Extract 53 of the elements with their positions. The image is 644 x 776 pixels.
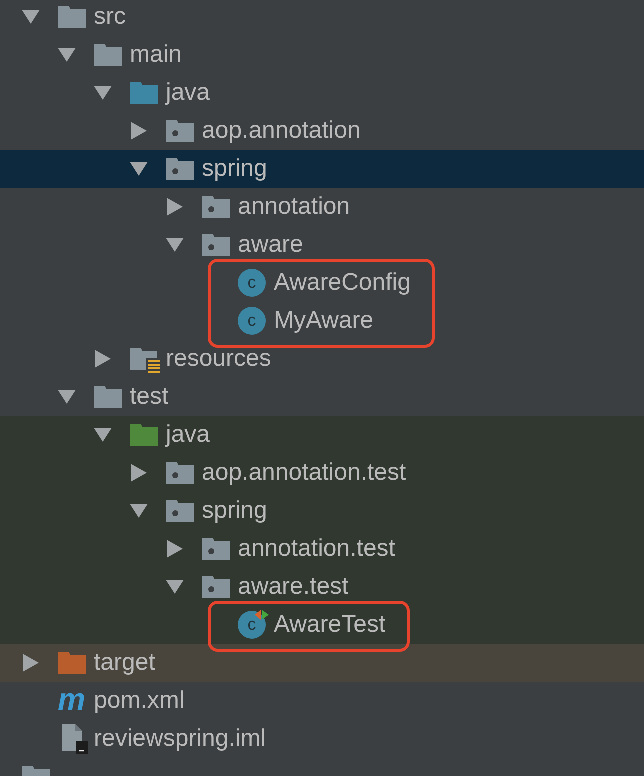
caret-right-icon[interactable] bbox=[167, 540, 183, 558]
package-name: annotation.test bbox=[238, 534, 396, 564]
caret-down-icon[interactable] bbox=[130, 162, 148, 176]
caret-right-icon[interactable] bbox=[167, 198, 183, 216]
caret-down-icon[interactable] bbox=[130, 504, 148, 518]
caret-down-icon[interactable] bbox=[94, 428, 112, 442]
caret-down-icon[interactable] bbox=[22, 10, 40, 24]
package-name: aware bbox=[238, 230, 304, 260]
package-name: aware.test bbox=[238, 572, 349, 602]
folder-name: java bbox=[166, 78, 210, 108]
package-name: aop.annotation bbox=[202, 116, 361, 146]
folder-name: target bbox=[94, 648, 156, 678]
tree-row[interactable]: spring bbox=[0, 492, 644, 530]
caret-right-icon[interactable] bbox=[131, 122, 147, 140]
folder-name: main bbox=[130, 40, 182, 70]
folder-icon bbox=[22, 766, 50, 776]
file-name: AwareTest bbox=[274, 610, 386, 640]
package-name: spring bbox=[202, 154, 268, 184]
tree-row[interactable]: java bbox=[0, 416, 644, 454]
package-name: annotation bbox=[238, 192, 350, 222]
folder-icon bbox=[58, 6, 86, 28]
m-letter-icon: m bbox=[58, 684, 86, 718]
tree-row[interactable]: target bbox=[0, 644, 644, 682]
c-circle-arrows-icon: c bbox=[238, 610, 269, 640]
folder-lines-icon bbox=[130, 348, 160, 374]
folder-name: test bbox=[130, 382, 169, 412]
caret-down-icon[interactable] bbox=[58, 48, 76, 62]
folder-icon bbox=[94, 386, 122, 408]
caret-down-icon[interactable] bbox=[58, 390, 76, 404]
caret-down-icon[interactable] bbox=[166, 238, 184, 252]
tree-row[interactable]: annotation.test bbox=[0, 530, 644, 568]
caret-right-icon[interactable] bbox=[95, 350, 111, 368]
file-name: reviewspring.iml bbox=[94, 724, 266, 754]
file-name: AwareConfig bbox=[274, 268, 411, 298]
file-name: pom.xml bbox=[94, 686, 185, 716]
caret-down-icon[interactable] bbox=[94, 86, 112, 100]
folder-icon bbox=[130, 424, 158, 446]
tree-row[interactable]: spring bbox=[0, 150, 644, 188]
tree-row[interactable]: aware.test bbox=[0, 568, 644, 606]
file-name: MyAware bbox=[274, 306, 374, 336]
folder-icon bbox=[58, 652, 86, 674]
caret-right-icon[interactable] bbox=[23, 654, 39, 672]
package-name: aop.annotation.test bbox=[202, 458, 406, 488]
caret-right-icon[interactable] bbox=[131, 464, 147, 482]
folder-icon bbox=[130, 82, 158, 104]
folder-name: java bbox=[166, 420, 210, 450]
folder-icon bbox=[94, 44, 122, 66]
folder-name: src bbox=[94, 2, 126, 32]
caret-down-icon[interactable] bbox=[166, 580, 184, 594]
folder-name: resources bbox=[166, 344, 272, 374]
tree-row[interactable]: aop.annotation.test bbox=[0, 454, 644, 492]
package-name: spring bbox=[202, 496, 268, 526]
tree-row[interactable]: c AwareTest bbox=[0, 606, 644, 644]
